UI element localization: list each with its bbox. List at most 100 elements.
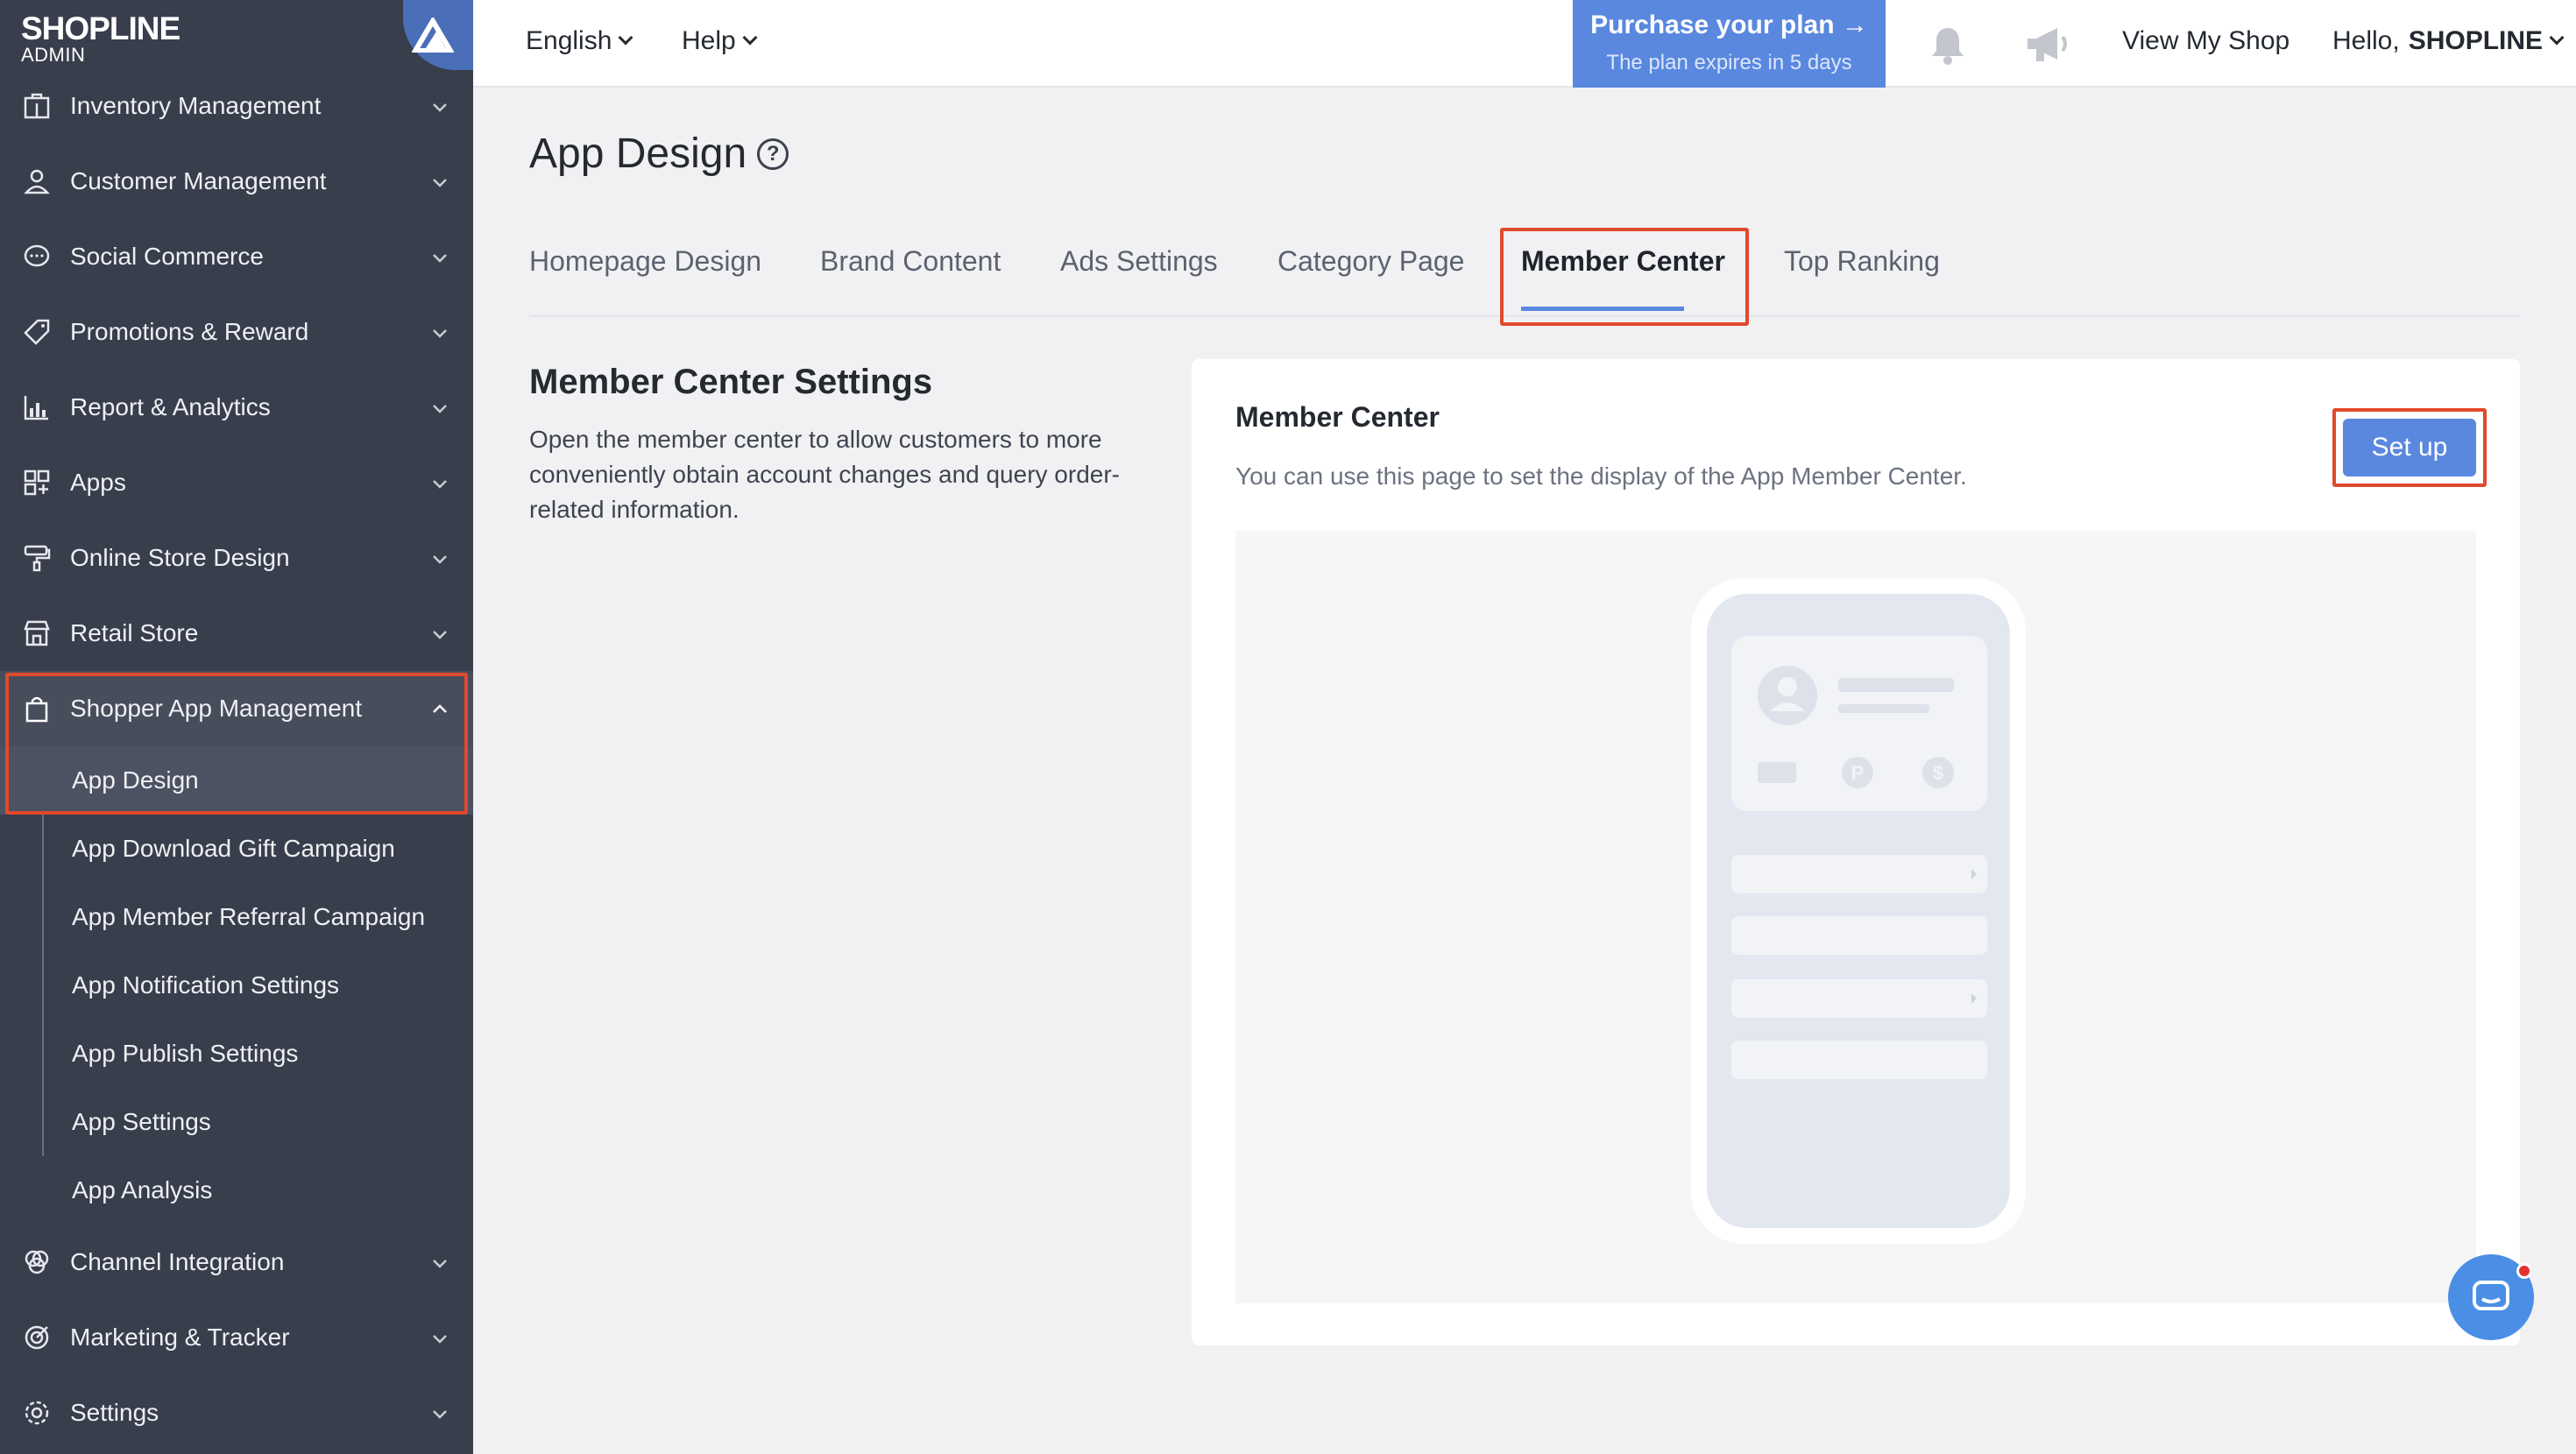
sidebar-item-label: Settings bbox=[70, 1399, 159, 1426]
sidebar-item-label: Apps bbox=[70, 469, 126, 496]
sidebar-item-report-and-analytics[interactable]: Report & Analytics bbox=[0, 370, 473, 445]
sidebar-item-social-commerce[interactable]: Social Commerce bbox=[0, 219, 473, 294]
tab-bar: Homepage Design Brand Content Ads Settin… bbox=[529, 219, 2520, 317]
sidebar-nav: Inventory Management Customer Management S… bbox=[0, 68, 473, 1450]
purchase-plan-button[interactable]: Purchase your plan → The plan expires in… bbox=[1573, 0, 1886, 88]
page-title: App Design bbox=[529, 131, 747, 177]
chat-icon bbox=[2473, 1281, 2509, 1310]
sidebar-item-label: Channel Integration bbox=[70, 1248, 285, 1275]
submenu-guide-line bbox=[42, 815, 44, 1156]
chevron-down-icon bbox=[2549, 30, 2565, 46]
apps-grid-icon bbox=[21, 467, 53, 498]
sidebar-item-promotions-and-reward[interactable]: Promotions & Reward bbox=[0, 294, 473, 370]
chevron-down-icon bbox=[429, 321, 450, 342]
page-title-row: App Design ? bbox=[529, 130, 789, 178]
chevron-down-icon bbox=[429, 1252, 450, 1273]
sidebar-subitem-app-publish-settings[interactable]: App Publish Settings bbox=[0, 1020, 473, 1088]
chevron-down-icon bbox=[429, 472, 450, 493]
sidebar-item-apps[interactable]: Apps bbox=[0, 445, 473, 520]
sidebar-item-label: Social Commerce bbox=[70, 243, 264, 270]
plan-expiry-text: The plan expires in 5 days bbox=[1606, 51, 1852, 74]
sidebar-subitem-app-analysis[interactable]: App Analysis bbox=[0, 1156, 473, 1225]
store-icon bbox=[21, 618, 53, 649]
active-tab-indicator bbox=[1521, 307, 1684, 311]
shopping-bag-icon bbox=[21, 693, 53, 724]
chevron-down-icon bbox=[429, 623, 450, 644]
sidebar-item-customer-management[interactable]: Customer Management bbox=[0, 144, 473, 219]
inventory-icon bbox=[21, 90, 53, 122]
tab-top-ranking[interactable]: Top Ranking bbox=[1784, 245, 1940, 278]
sidebar-item-label: Inventory Management bbox=[70, 92, 322, 119]
megaphone-icon[interactable] bbox=[2022, 23, 2071, 71]
tab-brand-content[interactable]: Brand Content bbox=[820, 245, 1001, 278]
sidebar-item-label: Online Store Design bbox=[70, 544, 290, 571]
account-menu[interactable]: Hello, SHOPLINE bbox=[2332, 26, 2565, 56]
help-circle-icon[interactable]: ? bbox=[757, 138, 789, 170]
paint-roller-icon bbox=[21, 542, 53, 574]
chevron-down-icon bbox=[429, 171, 450, 192]
sidebar-item-label: Retail Store bbox=[70, 619, 199, 646]
sidebar-item-label: Report & Analytics bbox=[70, 393, 271, 420]
notification-dot bbox=[2516, 1263, 2532, 1279]
view-my-shop-link[interactable]: View My Shop bbox=[2122, 26, 2289, 56]
tag-icon bbox=[21, 316, 53, 348]
tab-member-center[interactable]: Member Center bbox=[1521, 245, 1725, 278]
sidebar-subitem-app-notification-settings[interactable]: App Notification Settings bbox=[0, 951, 473, 1020]
customer-icon bbox=[21, 166, 53, 197]
chevron-down-icon bbox=[429, 95, 450, 116]
sidebar-subitem-app-member-referral-campaign[interactable]: App Member Referral Campaign bbox=[0, 883, 473, 951]
tab-category-page[interactable]: Category Page bbox=[1277, 245, 1464, 278]
shop-name: SHOPLINE bbox=[2408, 26, 2544, 55]
channel-icon bbox=[21, 1246, 53, 1278]
language-selector[interactable]: English bbox=[526, 26, 633, 56]
sidebar-subitem-app-design[interactable]: App Design bbox=[0, 746, 473, 815]
bell-icon[interactable] bbox=[1926, 23, 1970, 71]
sidebar-subitem-app-settings[interactable]: App Settings bbox=[0, 1088, 473, 1156]
chevron-down-icon bbox=[618, 30, 633, 46]
sidebar-subitem-app-download-gift-campaign[interactable]: App Download Gift Campaign bbox=[0, 815, 473, 883]
set-up-button[interactable]: Set up bbox=[2343, 419, 2476, 476]
view-my-shop-label: View My Shop bbox=[2122, 26, 2290, 55]
sidebar-item-settings[interactable]: Settings bbox=[0, 1375, 473, 1450]
purchase-plan-title: Purchase your plan → bbox=[1590, 11, 1868, 39]
sidebar-item-inventory-management[interactable]: Inventory Management bbox=[0, 68, 473, 144]
help-label: Help bbox=[682, 26, 736, 55]
sidebar-item-label: Customer Management bbox=[70, 167, 327, 194]
card-title: Member Center bbox=[1235, 401, 1440, 433]
chat-bubble-icon bbox=[21, 241, 53, 272]
help-menu[interactable]: Help bbox=[682, 26, 758, 56]
sidebar-item-retail-store[interactable]: Retail Store bbox=[0, 596, 473, 671]
chevron-up-icon bbox=[429, 698, 450, 719]
svg-text:$: $ bbox=[1933, 762, 1943, 784]
tab-ads-settings[interactable]: Ads Settings bbox=[1060, 245, 1218, 278]
chevron-down-icon bbox=[429, 246, 450, 267]
sidebar-item-label: Shopper App Management bbox=[70, 695, 363, 722]
collapse-logo-icon[interactable] bbox=[403, 0, 473, 70]
section-description: Open the member center to allow customer… bbox=[529, 426, 1120, 523]
logo-bar: SHOPLINE ADMIN bbox=[0, 0, 473, 70]
sidebar-item-shopper-app-management[interactable]: Shopper App Management bbox=[0, 671, 473, 746]
submenu-shopper-app: App Design App Download Gift Campaign App … bbox=[0, 746, 473, 1225]
chevron-down-icon bbox=[429, 397, 450, 418]
tab-homepage-design[interactable]: Homepage Design bbox=[529, 245, 761, 278]
svg-text:P: P bbox=[1851, 762, 1865, 784]
bar-chart-icon bbox=[21, 392, 53, 423]
phone-illustration: P $ bbox=[1691, 578, 2026, 1244]
phone-preview: P $ bbox=[1235, 531, 2476, 1303]
chevron-down-icon bbox=[742, 30, 758, 46]
top-bar: English Help Purchase your plan → The pl… bbox=[473, 0, 2576, 88]
card-description: You can use this page to set the display… bbox=[1235, 462, 1967, 490]
brand-logo[interactable]: SHOPLINE bbox=[21, 11, 180, 47]
sidebar: SHOPLINE ADMIN Inventory Management Custo… bbox=[0, 0, 473, 1454]
sidebar-item-channel-integration[interactable]: Channel Integration bbox=[0, 1225, 473, 1300]
greeting-text: Hello, bbox=[2332, 26, 2400, 55]
sidebar-item-marketing-and-tracker[interactable]: Marketing & Tracker bbox=[0, 1300, 473, 1375]
chevron-down-icon bbox=[429, 547, 450, 568]
section-title: Member Center Settings bbox=[529, 363, 933, 401]
language-label: English bbox=[526, 26, 612, 55]
gear-icon bbox=[21, 1397, 53, 1429]
target-icon bbox=[21, 1322, 53, 1353]
sidebar-item-label: Marketing & Tracker bbox=[70, 1323, 290, 1351]
member-center-card: Member Center You can use this page to s… bbox=[1192, 359, 2520, 1345]
sidebar-item-online-store-design[interactable]: Online Store Design bbox=[0, 520, 473, 596]
